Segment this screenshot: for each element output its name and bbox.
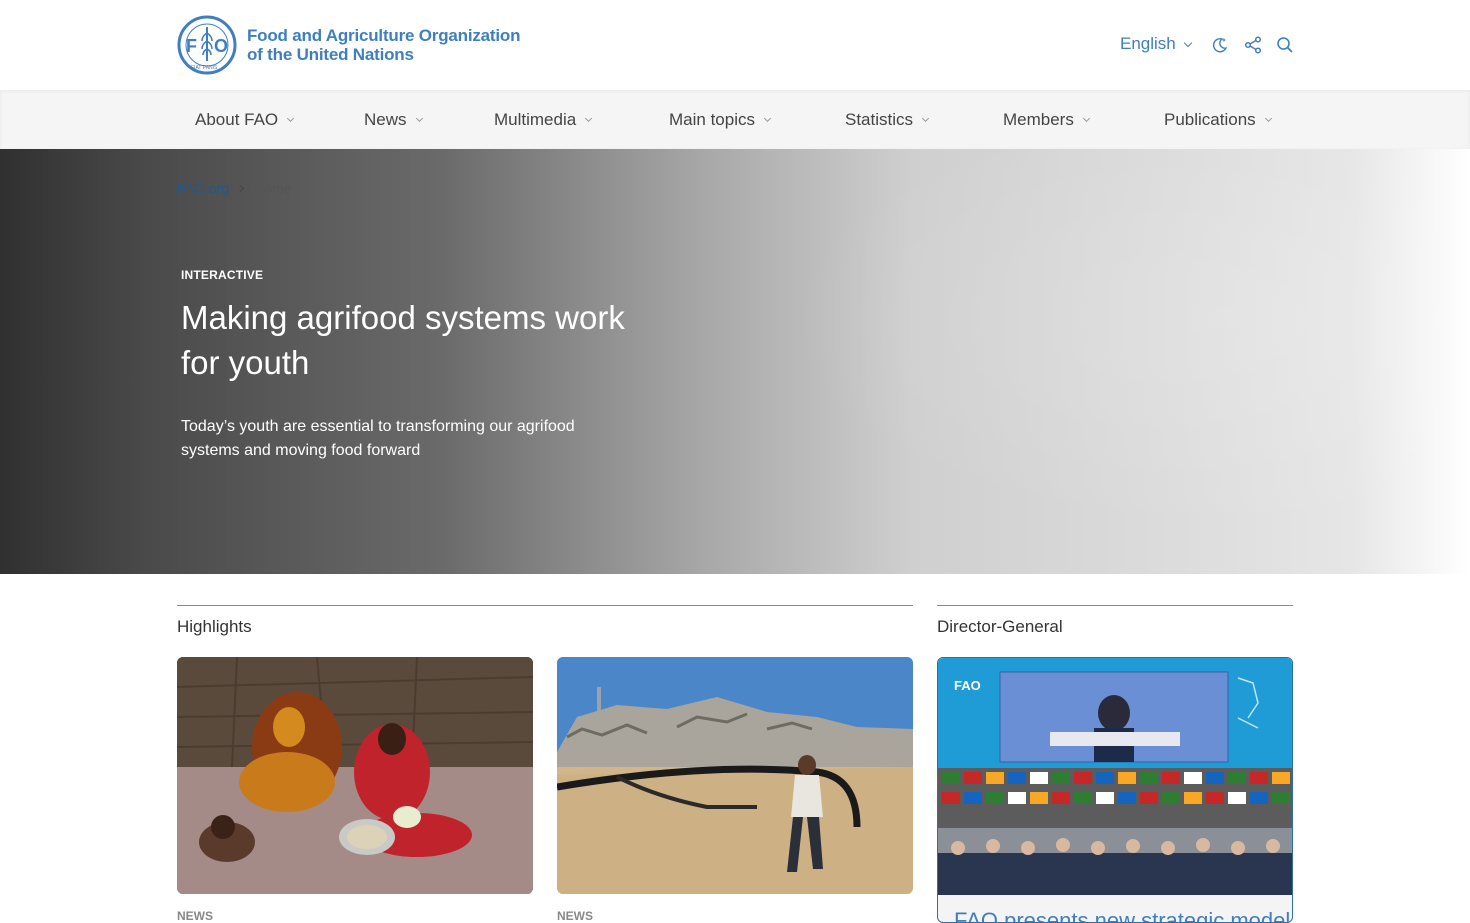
nav-item-label: Statistics [845,110,914,129]
logo-line-1: Food and Agriculture Organization [247,26,521,45]
svg-text:FIAT PANIS: FIAT PANIS [191,65,218,71]
card-category: NEWS [177,909,213,923]
breadcrumb-current: Home [254,180,292,196]
nav-item-publications[interactable]: Publications [1164,110,1272,130]
svg-text:O: O [214,36,228,56]
chevron-down-icon [585,114,593,123]
highlights-divider [177,605,913,606]
nav-item-label: Members [1003,110,1074,129]
hero-title[interactable]: Making agrifood systems work for youth [181,295,651,385]
hero-subtitle: Today’s youth are essential to transform… [181,418,575,459]
card-category: NEWS [557,909,593,923]
highlights-title: Highlights [177,617,252,636]
search-icon[interactable] [1276,36,1294,54]
nav-item-statistics[interactable]: Statistics [845,110,930,130]
nav-item-label: News [364,110,407,129]
fao-emblem-icon: F O FIAT PANIS [177,15,237,75]
director-general-divider [937,605,1293,606]
highlight-card[interactable]: NEWS [177,657,533,923]
language-label: English [1120,34,1176,53]
nav-item-label: About FAO [195,110,279,129]
chevron-down-icon [1264,114,1272,123]
highlight-card-image[interactable] [557,657,913,894]
director-general-card[interactable]: FAO FAO presents new strategic model [937,657,1293,923]
highlight-card-image[interactable] [177,657,533,894]
hero-background-image [700,149,1470,574]
man-with-hose-image [557,657,913,894]
hero-banner[interactable]: FAO.org Home INTERACTIVE Making agrifood… [0,149,1470,574]
logo-wordmark: Food and Agriculture Organization of the… [247,26,520,64]
chevron-down-icon [1183,38,1193,47]
dark-mode-icon[interactable] [1211,36,1229,54]
main-navigation: About FAO News Multimedia Main topics St… [0,90,1470,149]
nav-item-news[interactable]: News [364,110,423,130]
nav-item-about-fao[interactable]: About FAO [195,110,295,130]
chevron-down-icon [763,114,772,123]
nav-item-main-topics[interactable]: Main topics [669,110,772,130]
nav-item-label: Main topics [669,110,755,129]
highlight-card[interactable]: NEWS [557,657,913,923]
nav-item-multimedia[interactable]: Multimedia [494,110,593,130]
nav-item-members[interactable]: Members [1003,110,1090,130]
chevron-down-icon [921,114,930,123]
svg-text:F: F [186,36,197,56]
director-general-card-title[interactable]: FAO presents new strategic model [954,908,1290,922]
nav-item-label: Publications [1164,110,1256,129]
chevron-down-icon [415,114,423,123]
conference-hall-image: FAO [938,658,1292,895]
director-general-title: Director-General [937,617,1063,636]
chevron-right-icon [237,184,245,192]
share-icon[interactable] [1244,36,1262,54]
nav-item-label: Multimedia [494,110,577,129]
chevron-down-icon [287,114,295,123]
hero-kicker: INTERACTIVE [181,268,264,282]
language-selector[interactable]: English [1120,34,1193,54]
fao-logo[interactable]: F O FIAT PANIS Food and Agriculture Orga… [177,15,520,75]
chevron-down-icon [1082,114,1090,123]
site-header: F O FIAT PANIS Food and Agriculture Orga… [0,0,1470,90]
breadcrumb-link-root[interactable]: FAO.org [177,180,229,196]
children-eating-image [177,657,533,894]
breadcrumb: FAO.org Home [177,180,292,196]
svg-text:FAO: FAO [954,678,981,693]
logo-line-2: of the United Nations [247,45,414,64]
